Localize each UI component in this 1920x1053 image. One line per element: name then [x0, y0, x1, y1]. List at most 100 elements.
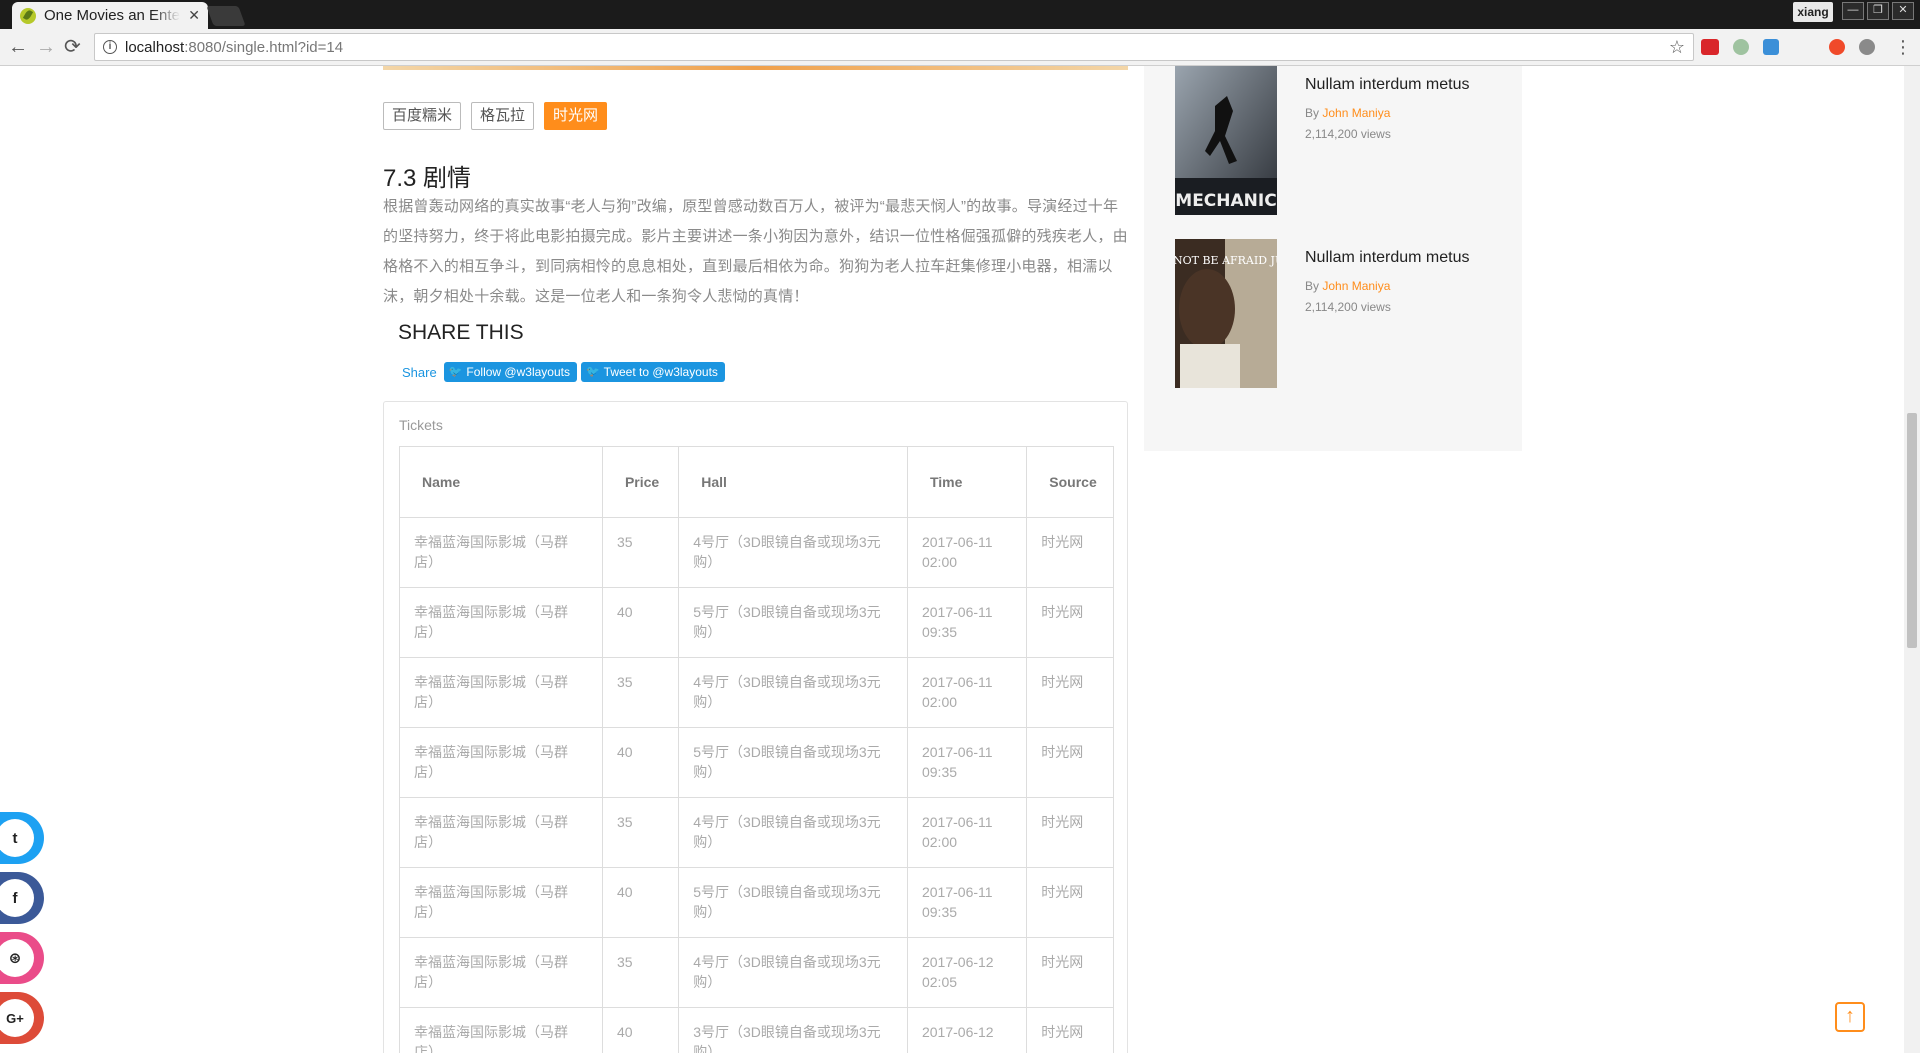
- column-header-name: Name: [399, 446, 603, 518]
- extension-circle-icon[interactable]: [1733, 39, 1749, 55]
- forward-icon[interactable]: →: [36, 35, 56, 59]
- cell-cinema-name: 幸福蓝海国际影城（马群店）: [399, 1007, 603, 1053]
- new-tab-button[interactable]: [206, 6, 246, 26]
- related-movies-sidebar: MECHANIC Nullam interdum metus By John M…: [1144, 66, 1522, 451]
- table-row: 幸福蓝海国际影城（马群店） 40 5号厅（3D眼镜自备或现场3元购） 2017-06-…: [399, 587, 1114, 658]
- table-row: 幸福蓝海国际影城（马群店） 35 4号厅（3D眼镜自备或现场3元购） 2017-06-…: [399, 517, 1114, 588]
- extension-loop-icon[interactable]: [1829, 39, 1845, 55]
- url-path: :8080/single.html?id=14: [184, 38, 344, 56]
- menu-kebab-icon[interactable]: ⋮: [1894, 35, 1912, 59]
- related-movie-title[interactable]: Nullam interdum metus: [1305, 249, 1470, 267]
- cell-time: 2017-06-11 09:35: [906, 727, 1028, 798]
- share-title: SHARE THIS: [398, 321, 524, 344]
- extension-new-icon[interactable]: [1763, 39, 1779, 55]
- cell-time: 2017-06-11 09:35: [906, 587, 1028, 658]
- share-row: Share 🐦 Follow @w3layouts 🐦 Tweet to @w3…: [402, 362, 725, 382]
- table-row: 幸福蓝海国际影城（马群店） 35 4号厅（3D眼镜自备或现场3元购） 2017-06-…: [399, 657, 1114, 728]
- extension-gray-icon[interactable]: [1859, 39, 1875, 55]
- cell-source: 时光网: [1026, 727, 1114, 798]
- social-twitter-button[interactable]: t: [0, 812, 44, 864]
- cell-source: 时光网: [1026, 517, 1114, 588]
- author-link[interactable]: John Maniya: [1322, 279, 1390, 293]
- cell-hall: 4号厅（3D眼镜自备或现场3元购）: [678, 797, 908, 868]
- poster-title-text: DO NOT BE AFRAID JUST BELIEVE: [1175, 254, 1277, 267]
- source-tags: 百度糯米 格瓦拉 时光网: [383, 102, 608, 130]
- tweet-button[interactable]: 🐦 Tweet to @w3layouts: [580, 362, 725, 382]
- tweet-label: Tweet to @w3layouts: [603, 365, 718, 379]
- cell-cinema-name: 幸福蓝海国际影城（马群店）: [399, 727, 603, 798]
- tickets-panel: Tickets Name Price Hall Time Source 幸福蓝海…: [383, 401, 1128, 1053]
- arrow-up-icon: ↑: [1845, 1005, 1855, 1027]
- related-movie-title[interactable]: Nullam interdum metus: [1305, 76, 1470, 94]
- browser-tab[interactable]: One Movies an Entertainment Category ✕: [12, 2, 208, 29]
- table-row: 幸福蓝海国际影城（马群店） 40 5号厅（3D眼镜自备或现场3元购） 2017-06-…: [399, 867, 1114, 938]
- cell-time: 2017-06-11 09:35: [906, 867, 1028, 938]
- cell-price: 35: [601, 517, 680, 588]
- tag-gewara[interactable]: 格瓦拉: [471, 102, 535, 130]
- adblock-extension-icon[interactable]: [1701, 39, 1719, 55]
- related-movie-item[interactable]: DO NOT BE AFRAID JUST BELIEVE Nullam int…: [1175, 239, 1525, 389]
- back-icon[interactable]: ←: [8, 35, 28, 59]
- tag-mtime[interactable]: 时光网: [544, 102, 608, 130]
- leaf-favicon-icon: [20, 7, 36, 24]
- page-scrollbar[interactable]: [1904, 66, 1920, 1053]
- follow-label: Follow @w3layouts: [466, 365, 570, 379]
- cell-source: 时光网: [1026, 867, 1114, 938]
- column-header-time: Time: [906, 446, 1028, 518]
- social-facebook-button[interactable]: f: [0, 872, 44, 924]
- close-tab-icon[interactable]: ✕: [188, 7, 200, 24]
- cell-price: 35: [601, 937, 680, 1008]
- tickets-table: Name Price Hall Time Source 幸福蓝海国际影城（马群店…: [399, 446, 1114, 1053]
- facebook-icon: f: [0, 879, 34, 917]
- cell-price: 40: [601, 587, 680, 658]
- social-dribbble-button[interactable]: ⊛: [0, 932, 44, 984]
- cell-time: 2017-06-11 02:00: [906, 517, 1028, 588]
- related-movie-item[interactable]: MECHANIC Nullam interdum metus By John M…: [1175, 66, 1525, 216]
- cell-price: 35: [601, 797, 680, 868]
- cell-source: 时光网: [1026, 937, 1114, 1008]
- plot-description: 根据曾轰动网络的真实故事“老人与狗”改编，原型曾感动数百万人，被评为“最悲天悯人…: [383, 198, 1128, 305]
- table-row: 幸福蓝海国际影城（马群店） 35 4号厅（3D眼镜自备或现场3元购） 2017-06-…: [399, 937, 1114, 1008]
- scrollbar-thumb[interactable]: [1907, 413, 1917, 648]
- dribbble-icon: ⊛: [0, 939, 34, 977]
- back-to-top-button[interactable]: ↑: [1835, 1002, 1865, 1032]
- table-row: 幸福蓝海国际影城（马群店） 35 4号厅（3D眼镜自备或现场3元购） 2017-06-…: [399, 797, 1114, 868]
- url-host: localhost: [125, 38, 185, 56]
- related-movie-author: By John Maniya: [1305, 279, 1390, 293]
- tickets-heading: Tickets: [399, 417, 443, 433]
- tag-baidu-nuomi[interactable]: 百度糯米: [383, 102, 462, 130]
- related-movie-views: 2,114,200 views: [1305, 300, 1391, 314]
- poster-bottom-edge: [383, 66, 1128, 70]
- url-bar[interactable]: i localhost:8080/single.html?id=14 ☆: [94, 33, 1694, 61]
- cell-hall: 4号厅（3D眼镜自备或现场3元购）: [678, 937, 908, 1008]
- browser-tab-bar: One Movies an Entertainment Category ✕ x…: [0, 0, 1920, 29]
- share-link[interactable]: Share: [402, 365, 437, 380]
- poster-title-text: MECHANIC: [1175, 191, 1276, 211]
- cell-source: 时光网: [1026, 587, 1114, 658]
- follow-button[interactable]: 🐦 Follow @w3layouts: [443, 362, 577, 382]
- social-google-plus-button[interactable]: G+: [0, 992, 44, 1044]
- cell-cinema-name: 幸福蓝海国际影城（马群店）: [399, 517, 603, 588]
- twitter-icon: t: [0, 819, 34, 857]
- profile-button[interactable]: xiang: [1793, 2, 1833, 22]
- reload-icon[interactable]: ⟳: [64, 35, 81, 59]
- column-header-price: Price: [601, 446, 680, 518]
- cell-hall: 5号厅（3D眼镜自备或现场3元购）: [678, 587, 908, 658]
- cell-price: 40: [601, 727, 680, 798]
- cell-hall: 3号厅（3D眼镜自备或现场3元购）: [678, 1007, 908, 1053]
- bookmark-star-icon[interactable]: ☆: [1669, 37, 1685, 58]
- author-link[interactable]: John Maniya: [1322, 106, 1390, 120]
- minimize-button[interactable]: —: [1842, 2, 1864, 20]
- window-close-button[interactable]: ✕: [1892, 2, 1914, 20]
- movie-poster-mechanic[interactable]: MECHANIC: [1175, 66, 1277, 215]
- movie-poster-believe[interactable]: DO NOT BE AFRAID JUST BELIEVE: [1175, 239, 1277, 388]
- restore-button[interactable]: ❐: [1867, 2, 1889, 20]
- tickets-table-body: 幸福蓝海国际影城（马群店） 35 4号厅（3D眼镜自备或现场3元购） 2017-06-…: [399, 517, 1114, 1053]
- cell-time: 2017-06-11 02:00: [906, 797, 1028, 868]
- cell-hall: 5号厅（3D眼镜自备或现场3元购）: [678, 867, 908, 938]
- cell-hall: 4号厅（3D眼镜自备或现场3元购）: [678, 657, 908, 728]
- google-plus-icon: G+: [0, 999, 34, 1037]
- table-header-row: Name Price Hall Time Source: [399, 446, 1114, 518]
- site-info-icon[interactable]: i: [103, 40, 117, 54]
- cell-price: 40: [601, 867, 680, 938]
